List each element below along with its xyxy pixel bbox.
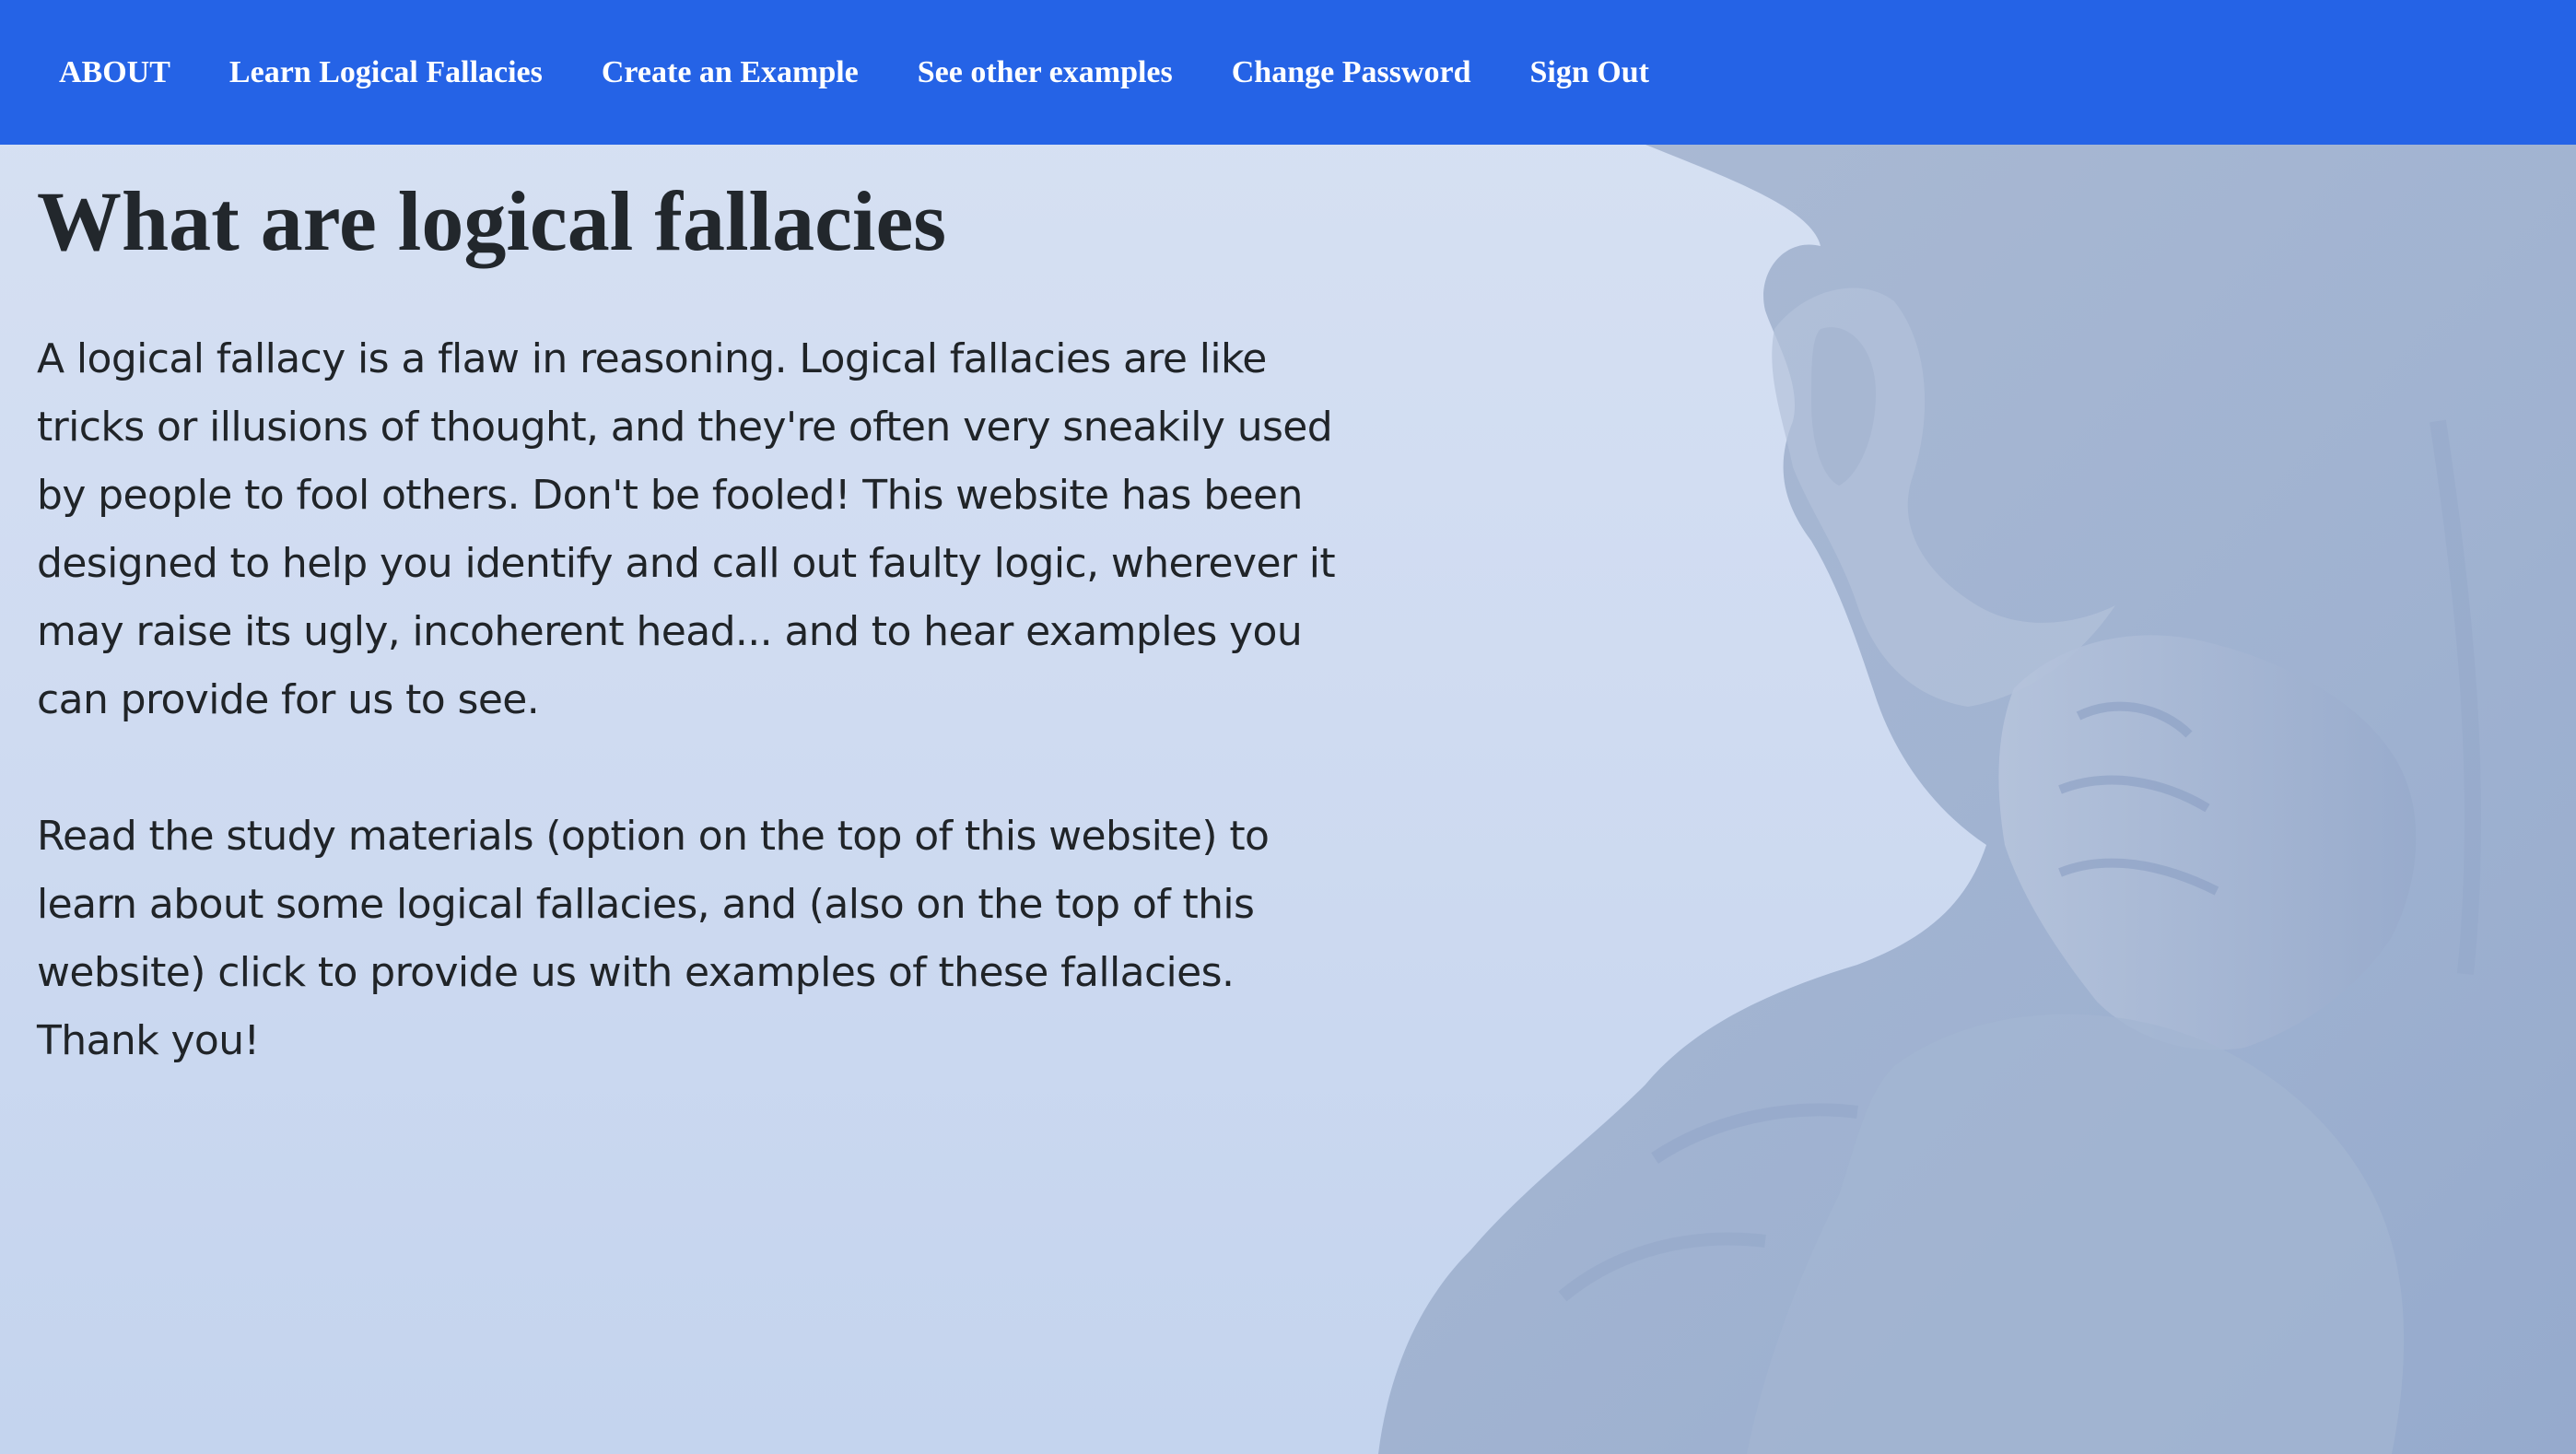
nav-about-link[interactable]: ABOUT bbox=[59, 55, 170, 90]
page-title: What are logical fallacies bbox=[37, 174, 947, 268]
nav-sign-out-link[interactable]: Sign Out bbox=[1530, 55, 1649, 90]
nav-see-examples-link[interactable]: See other examples bbox=[918, 55, 1173, 90]
instructions-paragraph: Read the study materials (option on the … bbox=[37, 813, 1270, 1065]
nav-change-password-link[interactable]: Change Password bbox=[1232, 55, 1471, 90]
main-content: What are logical fallacies A logical fal… bbox=[37, 174, 1345, 1143]
intro-paragraph: A logical fallacy is a flaw in reasoning… bbox=[37, 335, 1336, 724]
nav-create-example-link[interactable]: Create an Example bbox=[602, 55, 859, 90]
thinker-statue-image bbox=[1378, 145, 2576, 1454]
nav-learn-fallacies-link[interactable]: Learn Logical Fallacies bbox=[229, 55, 543, 90]
top-navbar: ABOUT Learn Logical Fallacies Create an … bbox=[0, 0, 2576, 145]
